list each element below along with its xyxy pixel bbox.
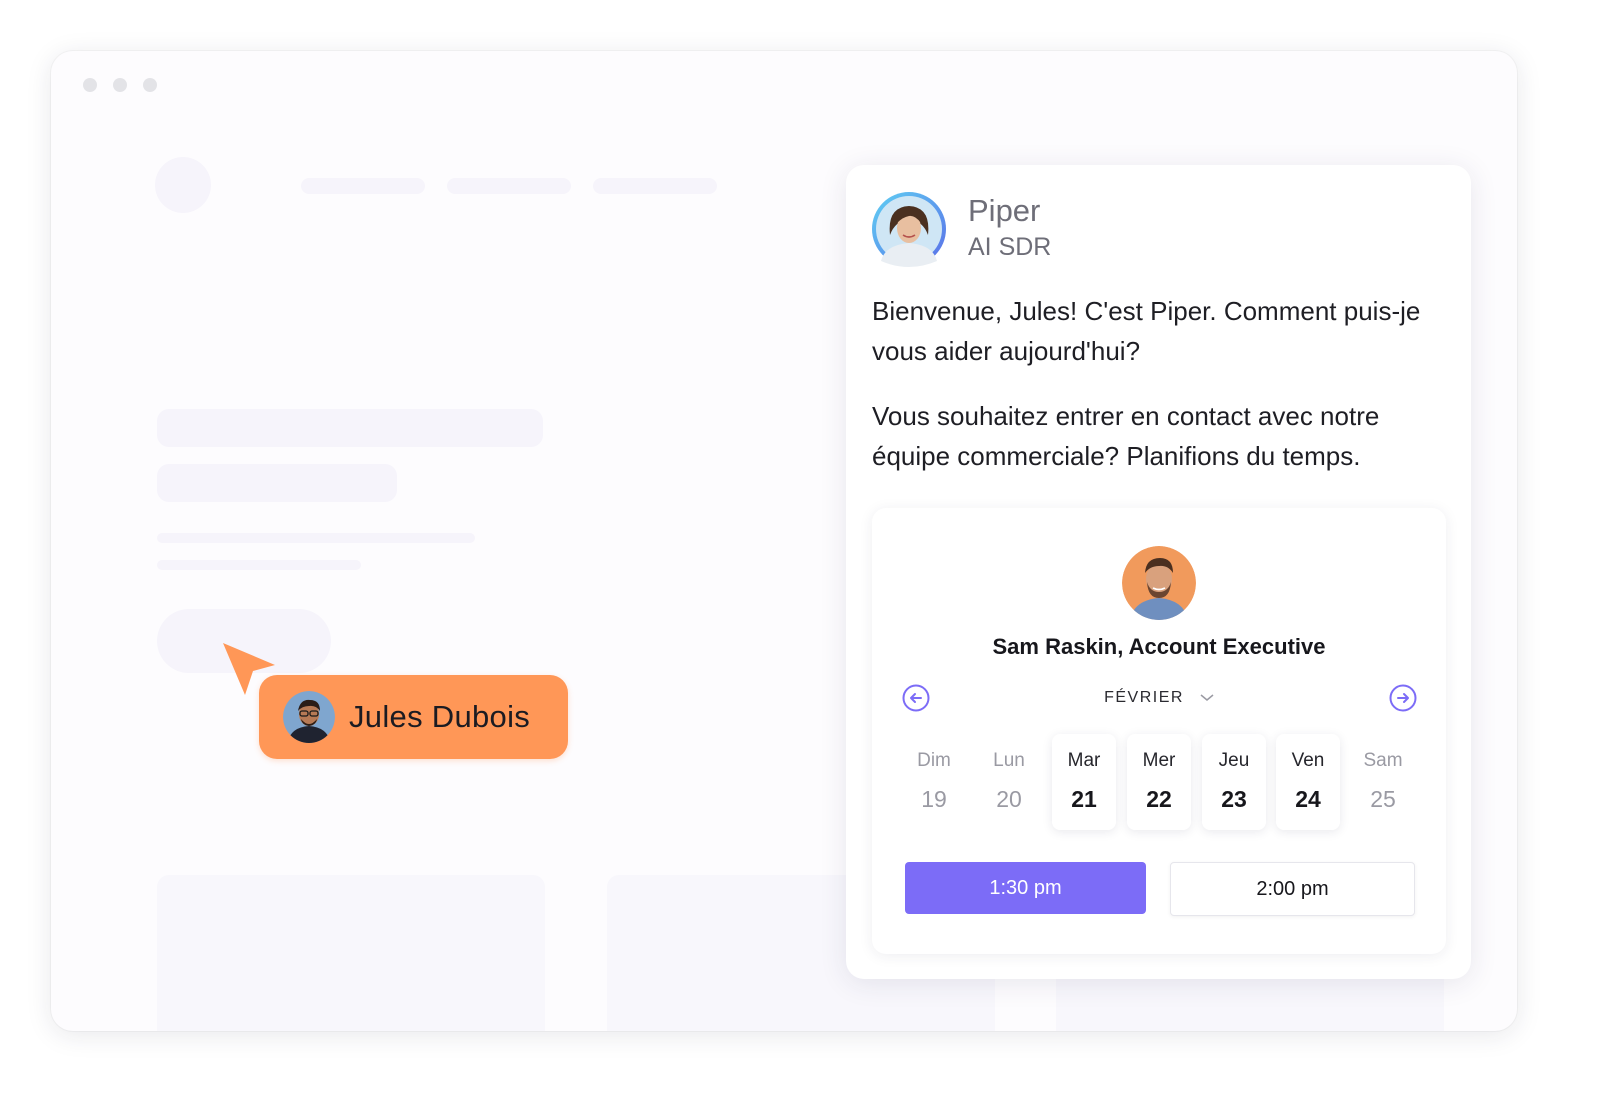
day-name: Mer [1142,750,1176,771]
browser-window: Jules Dubois Piper AI SDR Bienvenue, Jul… [51,51,1517,1031]
day-saturday: Sam 25 [1351,734,1415,830]
day-date: 19 [921,786,947,812]
day-picker: Dim 19 Lun 20 Mar 21 Mer 22 Jeu 23 Ven 2… [902,734,1427,834]
window-control-dot [83,78,97,92]
window-control-dot [143,78,157,92]
window-control-dot [113,78,127,92]
chat-card: Piper AI SDR Bienvenue, Jules! C'est Pip… [846,165,1471,979]
chat-message: Vous souhaitez entrer en contact avec no… [872,401,1380,471]
placeholder-nav-link [301,178,425,194]
time-slot-button[interactable]: 2:00 pm [1170,862,1415,916]
time-slot-button-selected[interactable]: 1:30 pm [905,862,1146,914]
day-date: 22 [1146,786,1172,812]
day-sunday: Dim 19 [902,734,966,830]
day-name: Sam [1363,750,1403,771]
day-tuesday[interactable]: Mar 21 [1052,734,1116,830]
placeholder-nav-link [593,178,717,194]
assistant-role: AI SDR [968,233,1052,261]
rep-name: Sam Raskin, Account Executive [992,634,1326,659]
day-date: 21 [1071,786,1097,812]
placeholder-headline [157,464,397,502]
chevron-down-icon [1200,689,1214,707]
day-name: Mar [1067,750,1101,771]
day-date: 20 [996,786,1022,812]
placeholder-nav-link [447,178,571,194]
month-label: FÉVRIER [1104,689,1184,707]
day-date: 23 [1221,786,1247,812]
month-select[interactable]: FÉVRIER [872,689,1446,707]
visitor-name: Jules Dubois [349,699,531,734]
day-monday: Lun 20 [977,734,1041,830]
arrow-right-circle-icon [1389,684,1417,712]
placeholder-card [157,875,545,1031]
day-name: Lun [993,750,1025,771]
day-wednesday[interactable]: Mer 22 [1127,734,1191,830]
day-name: Jeu [1218,750,1250,771]
day-friday[interactable]: Ven 24 [1276,734,1340,830]
placeholder-logo [155,157,211,213]
next-month-button[interactable] [1389,684,1417,712]
day-date: 25 [1370,786,1396,812]
day-thursday[interactable]: Jeu 23 [1202,734,1266,830]
day-name: Dim [917,750,951,771]
placeholder-text-line [157,560,361,570]
visitor-tag: Jules Dubois [259,675,568,759]
meeting-scheduler: Sam Raskin, Account Executive FÉVRIER Di… [872,508,1446,954]
placeholder-text-line [157,533,475,543]
chat-message: Bienvenue, Jules! C'est Piper. Comment p… [872,296,1421,366]
assistant-name: Piper [968,193,1041,228]
visitor-avatar [283,691,335,743]
day-date: 24 [1295,786,1321,812]
rep-avatar [1122,546,1196,620]
assistant-avatar [871,191,947,267]
day-name: Ven [1291,750,1325,771]
placeholder-headline [157,409,543,447]
